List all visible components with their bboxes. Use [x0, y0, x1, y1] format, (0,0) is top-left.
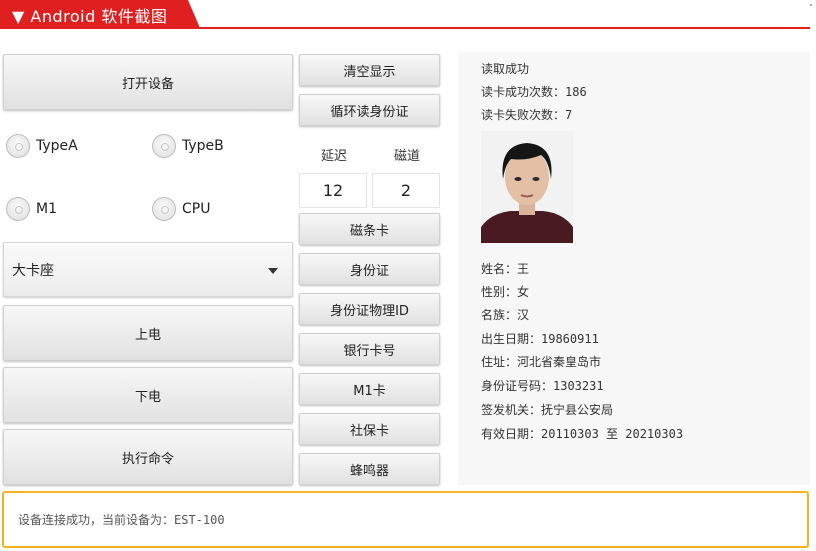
id-physical-button[interactable]: 身份证物理ID	[299, 293, 440, 325]
power-on-button[interactable]: 上电	[3, 305, 293, 361]
holder-address: 住址：河北省秦皇岛市	[481, 355, 602, 369]
delay-label: 延迟	[321, 149, 348, 164]
radio-typea-label: TypeA	[36, 138, 78, 154]
buzzer-button[interactable]: 蜂鸣器	[299, 453, 440, 485]
track-label: 磁道	[394, 149, 421, 164]
issuing-authority: 签发机关：抚宁县公安局	[481, 403, 614, 417]
valid-period: 有效日期：20110303 至 20210303	[481, 427, 684, 441]
id-photo	[481, 131, 573, 243]
radio-icon	[6, 197, 30, 221]
radio-icon	[6, 134, 30, 158]
dropdown-arrow-icon	[268, 268, 278, 274]
radio-m1[interactable]: M1	[6, 197, 57, 221]
holder-gender: 性别：女	[481, 285, 530, 299]
open-device-button[interactable]: 打开设备	[3, 54, 293, 110]
holder-id-number: 身份证号码：1303231	[481, 379, 604, 393]
social-card-button[interactable]: 社保卡	[299, 413, 440, 445]
holder-birth: 出生日期：19860911	[481, 332, 599, 346]
portrait-image	[481, 131, 573, 243]
radio-icon	[152, 197, 176, 221]
title-bar: ▼ Android 软件截图	[0, 0, 810, 29]
holder-ethnicity: 名族：汉	[481, 308, 530, 322]
radio-icon	[152, 134, 176, 158]
status-message-box: 设备连接成功，当前设备为：EST-100	[2, 491, 809, 548]
loop-read-id-button[interactable]: 循环读身份证	[299, 94, 440, 126]
fail-count: 读卡失败次数：7	[481, 108, 573, 122]
read-status: 读取成功	[481, 62, 530, 76]
execute-command-button[interactable]: 执行命令	[3, 429, 293, 485]
radio-m1-label: M1	[36, 201, 57, 217]
radio-typea[interactable]: TypeA	[6, 134, 78, 158]
m1-card-button[interactable]: M1卡	[299, 373, 440, 405]
holder-name: 姓名：王	[481, 262, 530, 276]
clear-display-button[interactable]: 清空显示	[299, 54, 440, 86]
title-underline	[0, 27, 810, 29]
success-count: 读卡成功次数：186	[481, 85, 587, 99]
delay-input[interactable]: 12	[299, 173, 367, 208]
magnetic-card-button[interactable]: 磁条卡	[299, 213, 440, 245]
card-slot-value: 大卡座	[12, 262, 54, 279]
card-slot-select[interactable]: 大卡座	[3, 242, 293, 297]
radio-typeb[interactable]: TypeB	[152, 134, 224, 158]
result-panel: 读取成功 读卡成功次数：186 读卡失败次数：7 姓名：王 性别：女 名族：汉 …	[458, 52, 810, 485]
status-message: 设备连接成功，当前设备为：EST-100	[18, 513, 225, 527]
corner-dot	[810, 4, 812, 6]
track-input[interactable]: 2	[372, 173, 440, 208]
radio-typeb-label: TypeB	[182, 138, 224, 154]
bank-card-button[interactable]: 银行卡号	[299, 333, 440, 365]
radio-cpu[interactable]: CPU	[152, 197, 210, 221]
radio-cpu-label: CPU	[182, 201, 211, 217]
power-off-button[interactable]: 下电	[3, 367, 293, 423]
id-card-button[interactable]: 身份证	[299, 253, 440, 285]
page-title: ▼ Android 软件截图	[12, 7, 168, 26]
